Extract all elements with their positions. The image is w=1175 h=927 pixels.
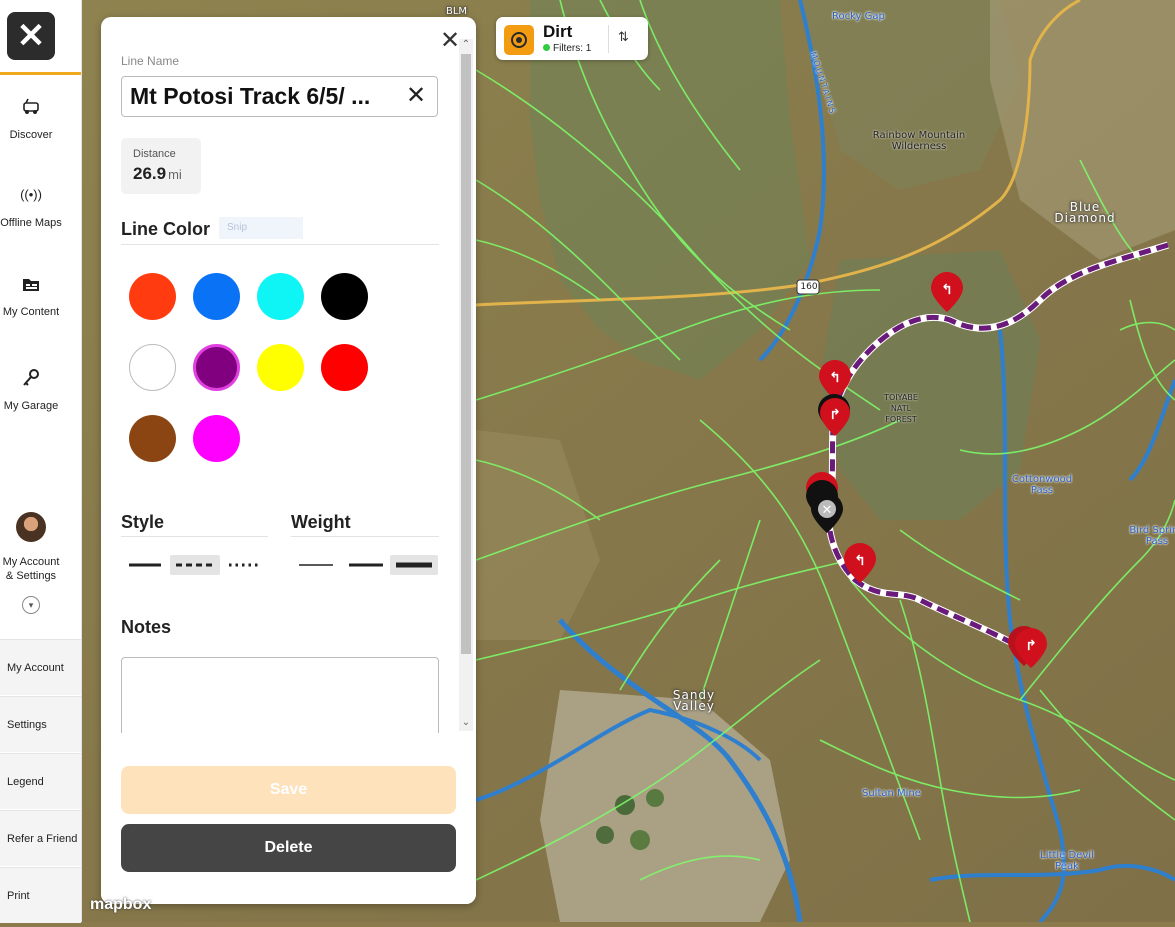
scroll-up-icon[interactable]: ⌃ — [459, 39, 473, 53]
link-settings[interactable]: Settings — [0, 696, 81, 752]
weight-medium-option[interactable] — [343, 555, 387, 575]
line-style-options — [121, 555, 271, 575]
link-refer-a-friend[interactable]: Refer a Friend — [0, 810, 81, 866]
map-label-bird-spring-pass: Bird Spring Pass — [1129, 525, 1175, 547]
nav-offline-maps-label: Offline Maps — [0, 217, 62, 229]
mapbox-attribution: mapbox — [90, 896, 152, 913]
color-swatch[interactable] — [321, 273, 368, 320]
nav-my-garage[interactable]: My Garage — [0, 367, 62, 413]
divider — [121, 536, 268, 537]
weight-thick-option[interactable] — [390, 555, 438, 575]
folder-icon — [20, 273, 42, 295]
link-legend[interactable]: Legend — [0, 753, 81, 809]
style-solid-option[interactable] — [125, 555, 165, 575]
map-label-rocky-gap: Rocky Gap — [832, 11, 885, 22]
map-label-toiyabe: TOIYABE NATL FOREST — [884, 393, 918, 424]
color-swatch[interactable] — [129, 415, 176, 462]
panel-footer: Save Delete — [101, 733, 476, 904]
divider — [121, 244, 439, 245]
layer-name: Dirt — [543, 22, 573, 41]
sidebar-accent-line — [0, 72, 81, 75]
nav-account-settings-label[interactable]: My Account & Settings — [0, 555, 62, 583]
layer-filters-text: Filters: 1 — [553, 43, 592, 54]
line-weight-options — [291, 555, 441, 575]
color-swatch[interactable] — [129, 273, 176, 320]
svg-text:↰: ↰ — [854, 553, 866, 569]
close-icon[interactable]: ✕ — [440, 29, 460, 53]
map-label-sandy-valley: Sandy Valley — [672, 688, 716, 713]
svg-text:↱: ↱ — [829, 407, 841, 423]
svg-text:↰: ↰ — [829, 370, 841, 386]
svg-text:✕: ✕ — [822, 503, 833, 518]
map-label-rainbow-mountain: Rainbow Mountain Wilderness — [872, 130, 966, 152]
panel-scrollbar[interactable]: ⌃ ⌄ — [459, 39, 473, 731]
layer-filters-status: Filters: 1 — [543, 43, 591, 54]
line-name-value[interactable]: Mt Potosi Track 6/5/ ... — [130, 83, 370, 110]
distance-label: Distance — [133, 148, 176, 160]
style-title: Style — [121, 512, 165, 532]
color-swatch[interactable] — [129, 344, 176, 391]
divider — [608, 25, 609, 53]
distance-value: 26.9 — [133, 164, 167, 183]
map-layer-chip[interactable]: Dirt Filters: 1 ⇅ — [496, 17, 648, 60]
style-dashed-option[interactable] — [170, 555, 220, 575]
jeep-icon — [20, 96, 42, 118]
close-app-button[interactable]: ✕ — [7, 12, 55, 60]
nav-offline-maps[interactable]: ((•)) Offline Maps — [0, 184, 62, 230]
distance-readout: 26.9 mi — [133, 164, 182, 184]
weight-thin-option[interactable] — [293, 555, 337, 575]
delete-button[interactable]: Delete — [121, 824, 456, 872]
nav-my-content[interactable]: My Content — [0, 273, 62, 319]
line-name-input[interactable]: Mt Potosi Track 6/5/ ... ✕ — [121, 76, 438, 117]
divider — [291, 536, 439, 537]
save-button[interactable]: Save — [121, 766, 456, 814]
snip-ghost-label: Snip — [219, 217, 303, 239]
edit-line-panel: ✕ ⌃ ⌄ Line Name Mt Potosi Track 6/5/ ...… — [101, 17, 476, 904]
chevron-down-icon[interactable]: ▾ — [22, 596, 40, 614]
map-label-cottonwood-pass: Cottonwood Pass — [1011, 474, 1073, 496]
clear-icon[interactable]: ✕ — [406, 83, 426, 109]
color-swatch[interactable] — [193, 415, 240, 462]
color-swatch[interactable] — [257, 273, 304, 320]
weight-title: Weight — [291, 512, 351, 532]
nav-my-content-label: My Content — [2, 306, 60, 318]
scrollbar-thumb[interactable] — [461, 54, 471, 654]
line-name-label: Line Name — [121, 54, 180, 68]
color-swatch[interactable] — [193, 344, 240, 391]
svg-text:↰: ↰ — [941, 282, 953, 298]
map-label-sultan-mine: Sultan Mine — [862, 788, 921, 799]
keys-icon — [20, 367, 42, 389]
map-label-little-devil-peak: Little Devil Peak — [1040, 850, 1094, 872]
status-dot — [543, 44, 550, 51]
filter-sliders-icon[interactable]: ⇅ — [618, 29, 629, 45]
line-color-title: Line Color — [121, 219, 210, 239]
distance-card: Distance 26.9 mi — [121, 138, 201, 194]
link-print[interactable]: Print — [0, 867, 81, 923]
color-swatch[interactable] — [193, 273, 240, 320]
highway-shield-160: 160 — [800, 282, 818, 292]
map-label-blue-diamond: Blue Diamond — [1054, 200, 1116, 225]
color-swatch[interactable] — [321, 344, 368, 391]
broadcast-icon: ((•)) — [20, 187, 42, 202]
link-my-account[interactable]: My Account — [0, 639, 81, 695]
style-dotted-option[interactable] — [225, 555, 265, 575]
nav-discover[interactable]: Discover — [0, 96, 62, 142]
avatar[interactable] — [16, 512, 46, 542]
notes-title: Notes — [121, 617, 172, 637]
map-label-blm: BLM — [446, 6, 468, 17]
color-swatch[interactable] — [257, 344, 304, 391]
distance-unit: mi — [168, 167, 182, 182]
svg-text:↱: ↱ — [1025, 638, 1037, 654]
nav-discover-label: Discover — [9, 129, 53, 141]
scroll-down-icon[interactable]: ⌄ — [459, 717, 473, 731]
nav-my-garage-label: My Garage — [3, 400, 59, 412]
sidebar: ✕ Discover ((•)) Offline Maps My Content… — [0, 0, 82, 923]
dirt-layer-icon — [504, 25, 534, 55]
